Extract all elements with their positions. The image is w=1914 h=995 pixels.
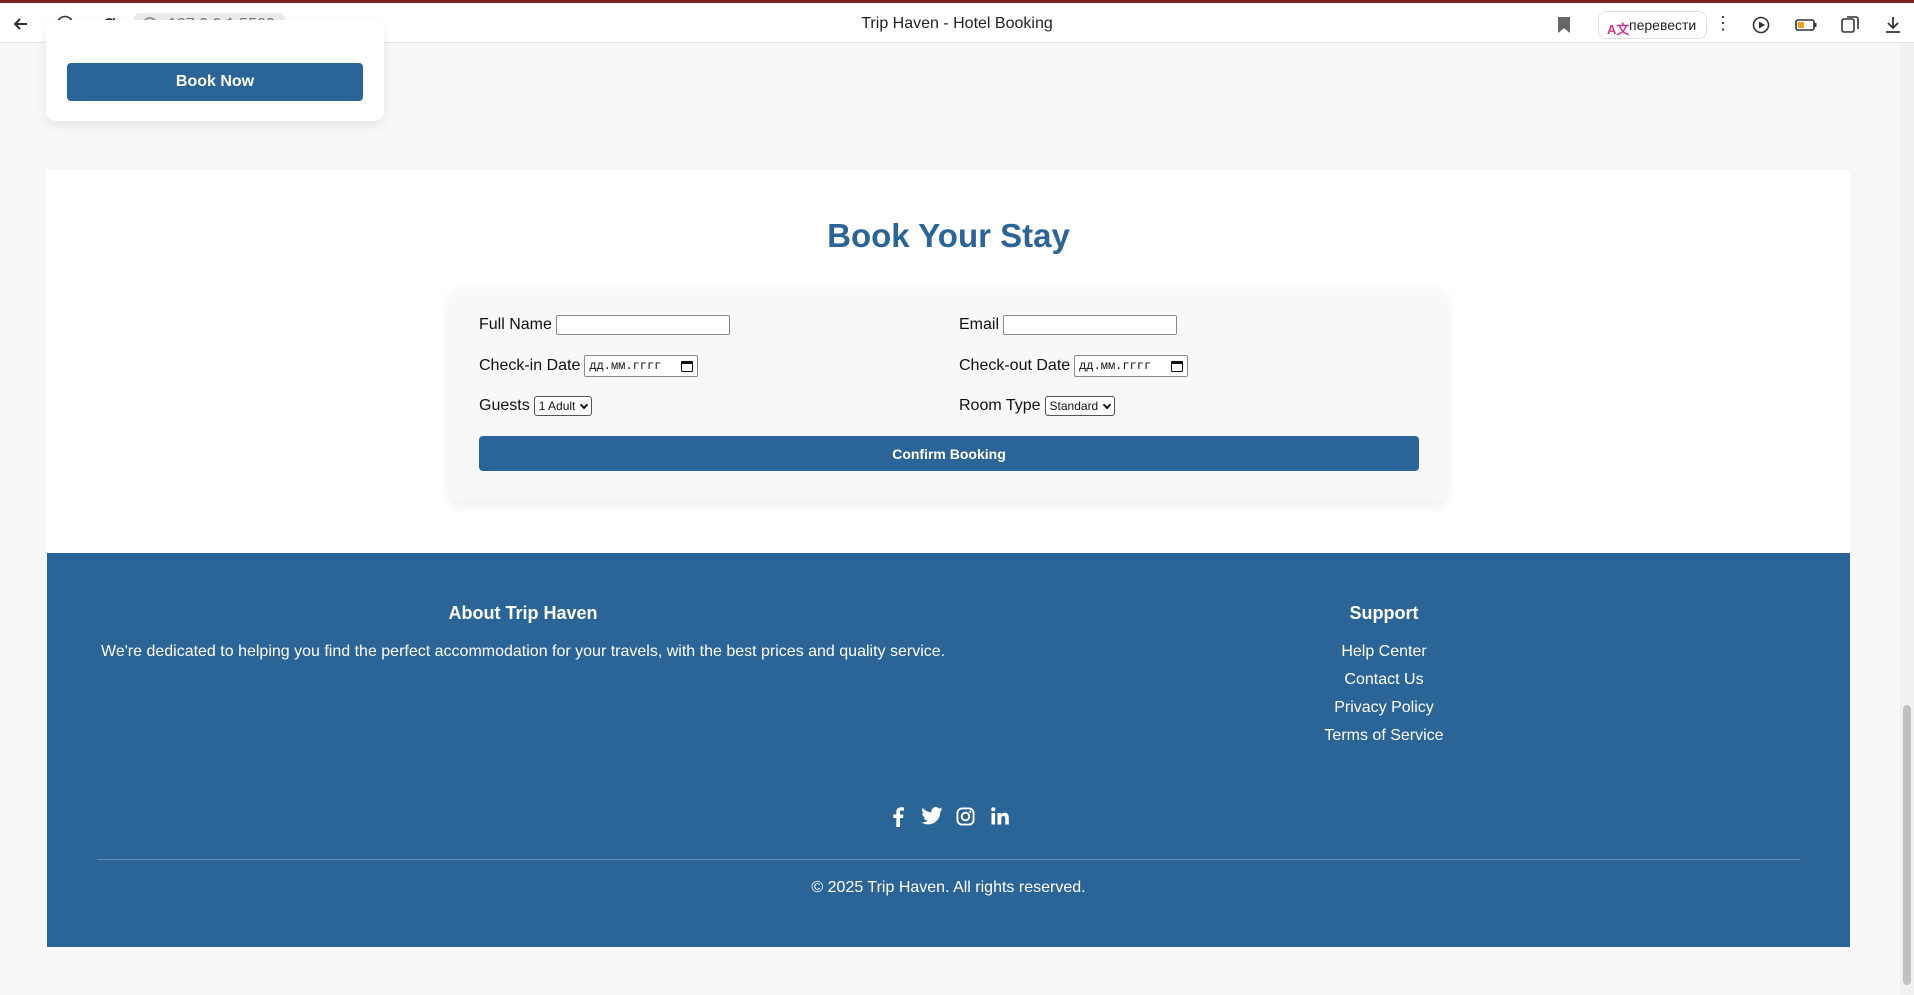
translate-label: перевести [1629, 17, 1697, 33]
full-name-label: Full Name [479, 316, 552, 333]
linkedin-icon[interactable] [989, 805, 1011, 827]
more-menu-icon[interactable]: ⋮ [1714, 13, 1732, 34]
translate-icon: A文 [1607, 22, 1630, 37]
checkout-label: Check-out Date [959, 357, 1071, 374]
checkin-label: Check-in Date [479, 357, 581, 374]
collections-icon[interactable] [1840, 15, 1860, 35]
email-input[interactable] [1003, 315, 1178, 335]
hotel-card: Book Now [46, 20, 384, 121]
confirm-booking-button[interactable]: Confirm Booking [479, 436, 1419, 471]
footer: About Trip Haven We're dedicated to help… [47, 553, 1850, 947]
scrollbar-thumb[interactable] [1903, 705, 1911, 985]
twitter-icon[interactable] [920, 805, 943, 827]
support-link-help-center[interactable]: Help Center [1283, 643, 1485, 661]
calendar-icon[interactable] [681, 360, 694, 372]
about-text: We're dedicated to helping you find the … [101, 643, 946, 660]
room-type-select[interactable]: Standard [1044, 396, 1116, 416]
guests-select[interactable]: 1 Adult [533, 396, 593, 416]
full-name-field: Full Name [479, 315, 730, 335]
checkin-field: Check-in Date дд.мм.гггг [479, 355, 699, 377]
about-title: About Trip Haven [448, 603, 598, 623]
battery-saver-icon[interactable] [1795, 15, 1817, 35]
support-link-contact-us[interactable]: Contact Us [1283, 671, 1485, 689]
email-field: Email [959, 315, 1178, 335]
booking-section: Book Your Stay Full Name Email Check-in … [47, 171, 1850, 553]
room-type-field: Room Type Standard [959, 396, 1116, 416]
translate-button[interactable]: A文 перевести [1598, 11, 1708, 39]
support-link-terms[interactable]: Terms of Service [1283, 727, 1485, 745]
download-icon[interactable] [1884, 15, 1904, 35]
room-type-value: Standard [1049, 399, 1099, 413]
booking-title: Book Your Stay [827, 217, 1070, 254]
guests-value: 1 Adult [538, 399, 576, 413]
instagram-icon[interactable] [955, 805, 977, 827]
email-label: Email [959, 316, 1000, 333]
calendar-icon[interactable] [1171, 360, 1184, 372]
facebook-icon[interactable] [887, 805, 909, 827]
support-title: Support [1349, 603, 1419, 623]
copyright: © 2025 Trip Haven. All rights reserved. [811, 879, 1086, 896]
chevron-down-icon [1102, 400, 1112, 409]
back-icon[interactable] [8, 11, 34, 37]
room-type-label: Room Type [959, 397, 1041, 414]
checkin-placeholder: дд.мм.гггг [589, 359, 662, 373]
support-link-privacy-policy[interactable]: Privacy Policy [1283, 699, 1485, 717]
checkout-field: Check-out Date дд.мм.гггг [959, 355, 1189, 377]
checkout-input[interactable]: дд.мм.гггг [1074, 355, 1189, 377]
tab-title: Trip Haven - Hotel Booking [861, 15, 1053, 32]
page-scrollbar[interactable] [1900, 44, 1914, 995]
full-name-input[interactable] [555, 315, 730, 335]
checkout-placeholder: дд.мм.гггг [1079, 359, 1152, 373]
footer-divider [97, 859, 1800, 860]
media-icon[interactable] [1752, 15, 1772, 35]
guests-label: Guests [479, 397, 530, 414]
bookmark-icon[interactable] [1558, 17, 1570, 33]
book-now-button[interactable]: Book Now [67, 63, 363, 101]
booking-form: Full Name Email Check-in Date дд.мм.гггг… [449, 289, 1447, 501]
checkin-input[interactable]: дд.мм.гггг [584, 355, 699, 377]
guests-field: Guests 1 Adult [479, 396, 593, 416]
social-links [47, 805, 1850, 827]
chevron-down-icon [580, 400, 589, 409]
